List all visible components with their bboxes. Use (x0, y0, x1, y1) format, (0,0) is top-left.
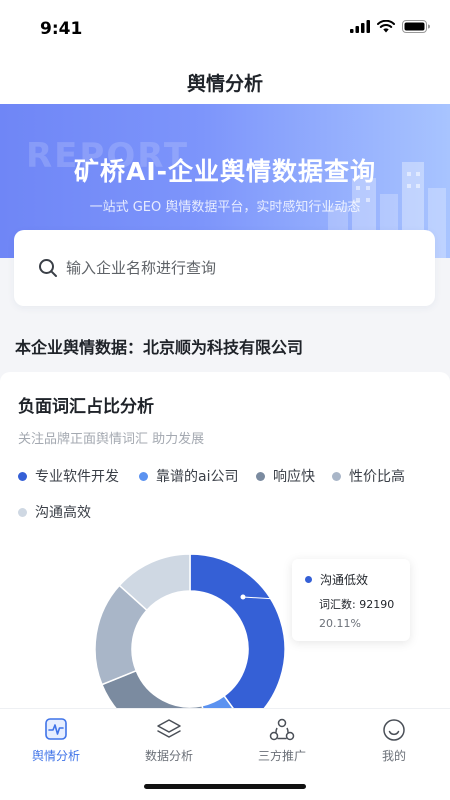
company-label: 本企业舆情数据：北京顺为科技有限公司 (15, 338, 304, 357)
negative-words-card: 负面词汇占比分析 关注品牌正面舆情词汇 助力发展 专业软件开发 靠谱的ai公司 … (0, 372, 450, 712)
tooltip-percent: 20.11% (319, 617, 361, 630)
layers-icon (157, 719, 181, 738)
tooltip-value: 词汇数: 92190 (319, 598, 395, 611)
tab-mine[interactable]: 我的 (338, 709, 450, 779)
tab-label: 数据分析 (144, 749, 193, 763)
chart-tooltip: 沟通低效 词汇数: 92190 20.11% (292, 559, 410, 641)
smile-icon (383, 719, 405, 741)
pulse-icon (45, 718, 67, 740)
tab-label: 舆情分析 (31, 749, 80, 763)
donut-slice[interactable] (189, 553, 286, 712)
tab-data-analysis[interactable]: 数据分析 (113, 709, 225, 779)
search-input[interactable] (66, 256, 406, 280)
home-indicator (144, 784, 306, 789)
wifi-icon (377, 20, 395, 33)
search-icon (39, 259, 57, 277)
nav-bar: 舆情分析 (0, 56, 450, 104)
status-icons (350, 20, 430, 33)
status-time: 9:41 (40, 19, 83, 39)
banner-title: 矿桥AI-企业舆情数据查询 (73, 157, 377, 186)
battery-icon (402, 20, 430, 33)
donut-chart (94, 553, 293, 712)
tab-sentiment-analysis[interactable]: 舆情分析 (0, 709, 112, 779)
tab-label: 我的 (381, 749, 406, 763)
tooltip-name: 沟通低效 (320, 573, 369, 587)
tooltip-header: 沟通低效 (305, 571, 368, 588)
page-title: 舆情分析 (186, 73, 263, 95)
banner-subtitle: 一站式 GEO 舆情数据平台，实时感知行业动态 (89, 200, 361, 215)
tab-third-party-promotion[interactable]: 三方推广 (226, 709, 338, 779)
tooltip-dot (305, 576, 312, 583)
status-bar: 9:41 (0, 0, 450, 56)
network-icon (269, 718, 295, 741)
cellular-signal-icon (350, 20, 370, 33)
tab-label: 三方推广 (257, 749, 306, 763)
search-box[interactable] (14, 230, 435, 306)
